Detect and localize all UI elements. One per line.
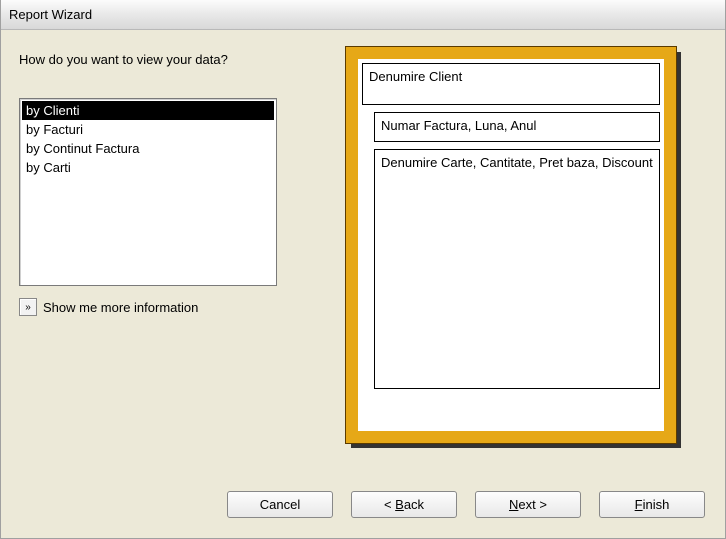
- finish-accel: F: [635, 497, 643, 512]
- list-item-carti[interactable]: by Carti: [22, 158, 274, 177]
- back-rest: ack: [404, 497, 424, 512]
- titlebar: Report Wizard: [1, 0, 725, 30]
- preview-border: Denumire Client Numar Factura, Luna, Anu…: [345, 46, 677, 444]
- cancel-button[interactable]: Cancel: [227, 491, 333, 518]
- report-wizard-window: Report Wizard How do you want to view yo…: [0, 0, 726, 539]
- finish-button[interactable]: Finish: [599, 491, 705, 518]
- wizard-prompt: How do you want to view your data?: [19, 52, 279, 69]
- preview-page: Denumire Client Numar Factura, Luna, Anu…: [358, 59, 664, 431]
- next-button[interactable]: Next >: [475, 491, 581, 518]
- group-level-2: Numar Factura, Luna, Anul: [374, 112, 660, 142]
- view-by-listbox[interactable]: by Clienti by Facturi by Continut Factur…: [19, 98, 277, 286]
- list-item-continut-factura[interactable]: by Continut Factura: [22, 139, 274, 158]
- back-button[interactable]: < Back: [351, 491, 457, 518]
- show-more-info-link[interactable]: » Show me more information: [19, 298, 198, 316]
- back-prefix: <: [384, 497, 395, 512]
- window-title: Report Wizard: [9, 7, 92, 22]
- list-item-facturi[interactable]: by Facturi: [22, 120, 274, 139]
- next-accel: N: [509, 497, 518, 512]
- grouping-preview: Denumire Client Numar Factura, Luna, Anu…: [345, 46, 681, 448]
- cancel-label: Cancel: [260, 497, 300, 512]
- group-level-1: Denumire Client: [362, 63, 660, 105]
- finish-rest: inish: [643, 497, 670, 512]
- list-item-clienti[interactable]: by Clienti: [22, 101, 274, 120]
- back-accel: B: [395, 497, 404, 512]
- show-more-label: Show me more information: [43, 300, 198, 315]
- show-more-icon: »: [19, 298, 37, 316]
- wizard-button-row: Cancel < Back Next > Finish: [227, 491, 705, 518]
- wizard-content: How do you want to view your data? by Cl…: [1, 30, 725, 538]
- group-level-3: Denumire Carte, Cantitate, Pret baza, Di…: [374, 149, 660, 389]
- next-rest: ext >: [518, 497, 547, 512]
